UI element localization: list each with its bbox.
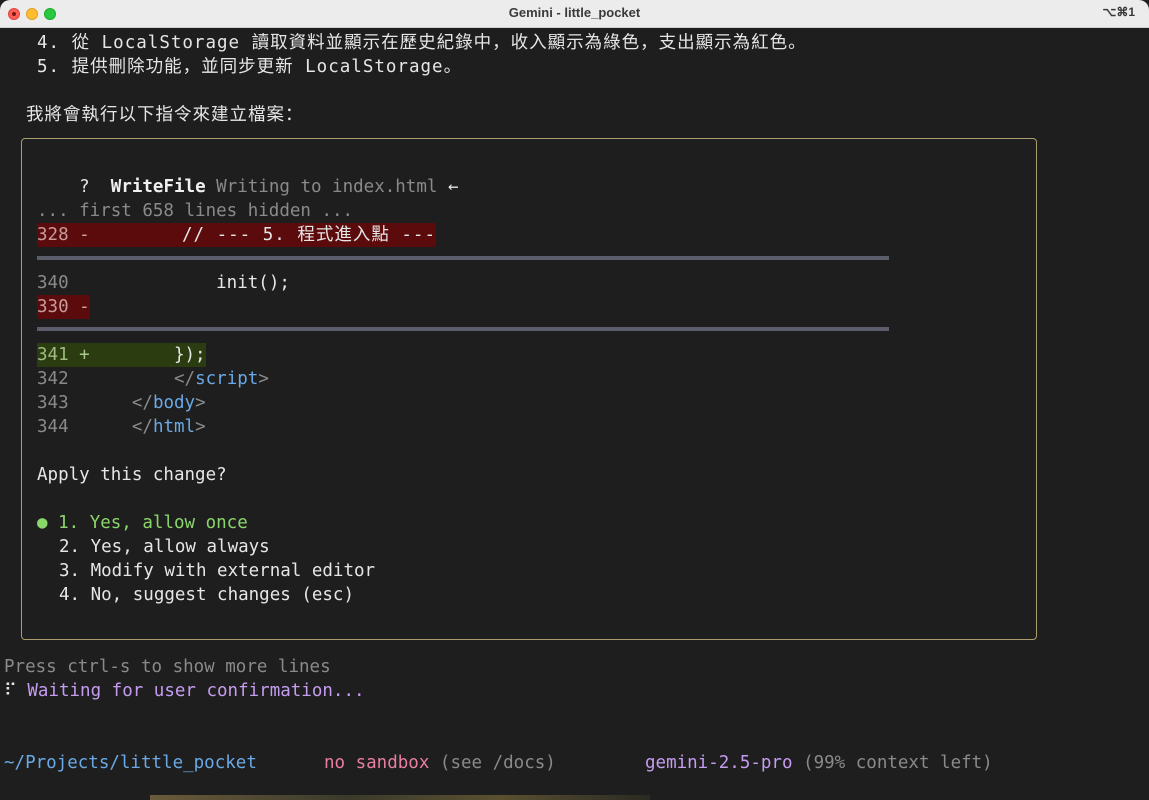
output-intro: 我將會執行以下指令來建立檔案：	[26, 105, 304, 125]
model-status: gemini-2.5-pro (99% context left)	[645, 753, 993, 773]
tool-name: WriteFile	[110, 177, 206, 197]
diff-hidden-note: ... first 658 lines hidden ...	[37, 201, 354, 221]
cwd-path: ~/Projects/little_pocket	[4, 753, 257, 773]
waiting-status: ⠏ Waiting for user confirmation...	[4, 681, 365, 701]
diff-line-added: 341 + });	[37, 343, 206, 367]
diff-line-context: 340 init();	[37, 273, 290, 293]
sandbox-status: no sandbox (see /docs)	[324, 753, 556, 773]
window-title: Gemini - little_pocket	[508, 5, 641, 20]
selected-bullet-icon: ●	[37, 513, 48, 533]
desktop-background-strip	[150, 795, 650, 800]
apply-change-question: Apply this change?	[37, 465, 227, 485]
option-allow-always[interactable]: 2. Yes, allow always	[59, 535, 270, 559]
diff-line-deleted: 330 -	[37, 295, 90, 319]
spinner-icon: ⠏	[4, 681, 17, 701]
option-allow-once[interactable]: ● 1. Yes, allow once	[37, 511, 248, 535]
tool-status-icon: ?	[79, 177, 90, 197]
window-shortcut: ⌥⌘1	[1102, 5, 1135, 19]
tool-header: ? WriteFile Writing to index.html ←	[37, 151, 458, 197]
title-bar: Gemini - little_pocket ⌥⌘1	[0, 0, 1149, 28]
option-external-editor[interactable]: 3. Modify with external editor	[59, 559, 375, 583]
diff-line-context: 342 </script>	[37, 369, 269, 389]
output-step-5: 5. 提供刪除功能，並同步更新 LocalStorage。	[37, 57, 463, 77]
diff-line-context: 343 </body>	[37, 393, 206, 413]
show-more-hint: Press ctrl-s to show more lines	[4, 657, 331, 677]
diff-line-context: 344 </html>	[37, 417, 206, 437]
output-step-4: 4. 從 LocalStorage 讀取資料並顯示在歷史紀錄中，收入顯示為綠色，…	[37, 33, 807, 53]
tool-description: Writing to index.html	[216, 177, 438, 197]
diff-line-deleted: 328 - // --- 5. 程式進入點 ---	[37, 223, 436, 247]
arrow-left-icon: ←	[447, 177, 459, 197]
terminal-window: Gemini - little_pocket ⌥⌘1 4. 從 LocalSto…	[0, 0, 1149, 800]
diff-separator	[37, 327, 889, 331]
diff-separator	[37, 256, 889, 260]
option-suggest-changes[interactable]: 4. No, suggest changes (esc)	[59, 583, 354, 607]
